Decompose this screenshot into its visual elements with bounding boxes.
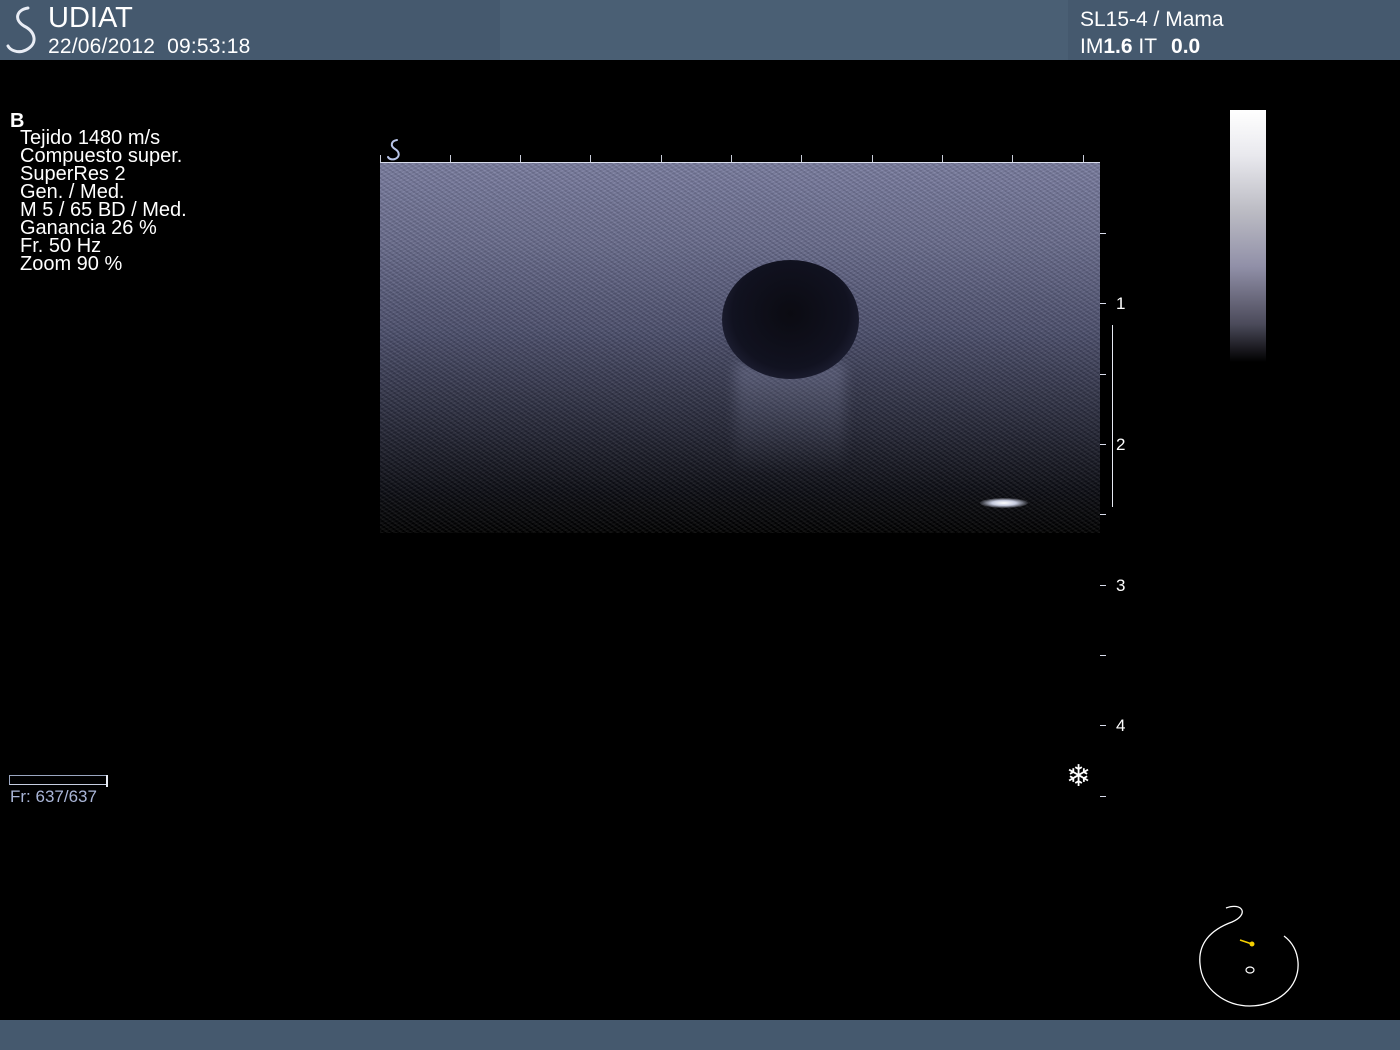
udiat-s-logo-icon [6,6,36,54]
site-name: UDIAT [48,2,133,34]
param-line: Zoom 90 % [20,253,123,275]
mi-label: IM [1080,35,1104,58]
footer-bar [0,1020,1400,1050]
exam-datetime: 22/06/2012 09:53:18 [48,35,250,59]
imaging-params-list: Tejido 1480 m/s Compuesto super. SuperRe… [20,128,187,275]
depth-tick [1100,585,1106,586]
cine-progress-bar[interactable] [9,775,108,787]
safety-indices: IM1.6 IT 0.0 [1080,35,1200,59]
depth-label: 4 [1116,716,1126,735]
snowflake-freeze-icon[interactable]: ❄ [1066,762,1091,792]
depth-tick [1100,444,1106,445]
focus-zone-marker [1112,325,1113,507]
depth-tick [1100,374,1106,375]
depth-tick [1100,725,1106,726]
header-center-panel [500,0,1068,60]
ti-value: 0.0 [1171,35,1201,58]
posterior-enhancement [735,363,845,473]
anechoic-lesion [722,260,859,379]
bright-reflector [980,498,1028,508]
ti-label: IT [1138,35,1158,58]
grayscale-bar [1230,110,1266,362]
probe-preset: SL15-4 / Mama [1080,8,1224,31]
depth-label: 2 [1116,435,1126,454]
exam-time: 09:53:18 [167,35,251,58]
depth-tick [1100,303,1106,304]
depth-tick [1100,655,1106,656]
depth-tick [1100,796,1106,797]
cine-frame-counter: Fr: 637/637 [10,787,97,806]
depth-tick [1100,514,1106,515]
breast-body-marker-icon[interactable] [1196,902,1304,1010]
ultrasound-image[interactable] [380,163,1100,533]
depth-label: 3 [1116,576,1126,595]
depth-tick [1100,233,1106,234]
depth-label: 1 [1116,294,1126,313]
exam-date: 22/06/2012 [48,35,156,58]
mi-value: 1.6 [1103,35,1133,58]
